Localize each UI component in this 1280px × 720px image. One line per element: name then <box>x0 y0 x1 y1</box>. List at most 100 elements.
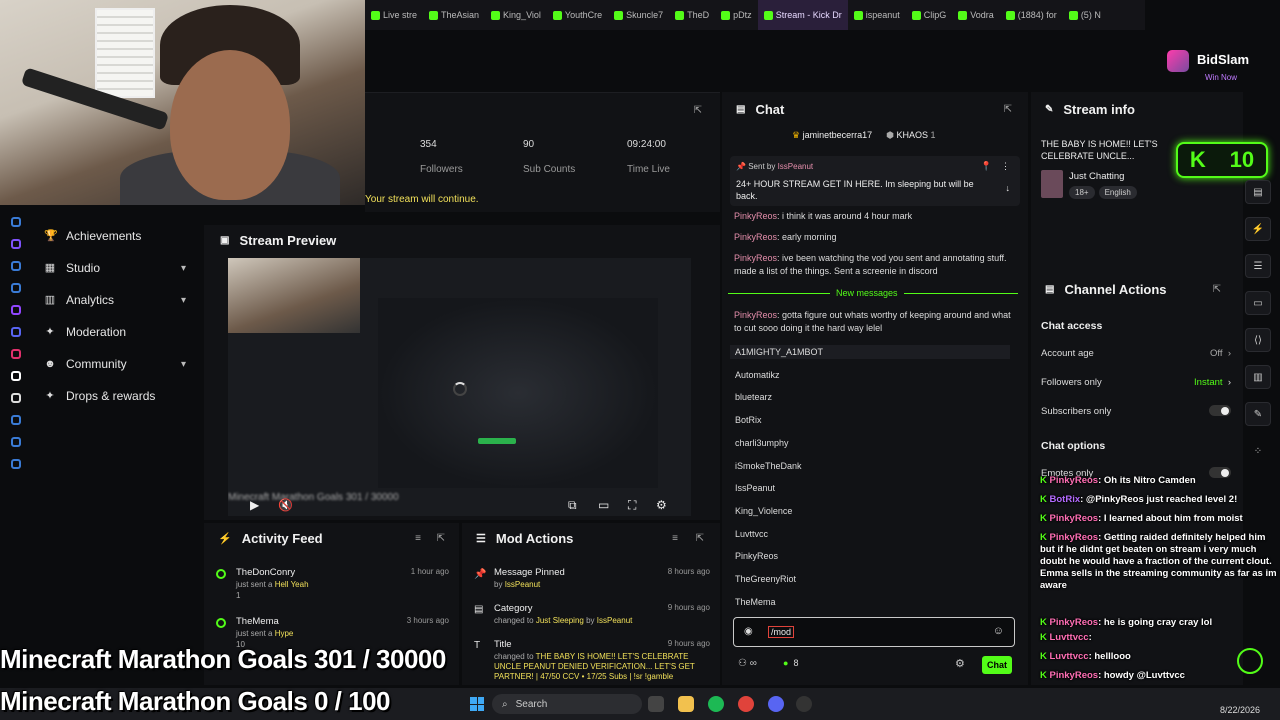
task-view-icon[interactable] <box>648 696 664 712</box>
browser-tab-label: (1884) for <box>1017 10 1057 20</box>
popout-icon[interactable]: ⇱ <box>1004 104 1012 115</box>
sidebar-item[interactable]: 🏆 Achievements <box>32 220 202 252</box>
chat-mod-icons[interactable]: ⚇ ∞ <box>738 658 757 669</box>
chat-username[interactable]: PinkyReos <box>734 253 777 263</box>
mention-option[interactable]: charli3umphy <box>735 438 789 448</box>
sidebar-item[interactable]: ▦ Studio ▾ <box>32 252 202 284</box>
stream-title[interactable]: THE BABY IS HOME!! LET'S CELEBRATE UNCLE… <box>1041 138 1166 162</box>
browser-tab[interactable]: Live stre <box>365 0 423 30</box>
browser-tab[interactable]: pDtz <box>715 0 758 30</box>
spotify-icon[interactable] <box>708 696 724 712</box>
tag-language: English <box>1098 186 1137 199</box>
mention-option[interactable]: TheGreenyRiot <box>735 574 796 584</box>
sidebar-item[interactable]: ✦ Drops & rewards <box>32 380 202 412</box>
chevron-down-icon[interactable]: ▾ <box>181 295 186 306</box>
rail-app-icon[interactable] <box>11 415 21 425</box>
stream-category[interactable]: Just Chatting <box>1069 171 1124 182</box>
browser-tab[interactable]: Vodra <box>952 0 1000 30</box>
window-blinds <box>95 8 155 98</box>
discord-icon[interactable] <box>11 327 21 337</box>
filter-icon[interactable]: ≡ <box>415 533 421 544</box>
pin-icon[interactable]: 📍 <box>981 161 992 172</box>
bolt-icon[interactable]: ⚡ <box>1245 217 1271 241</box>
mention-option[interactable]: Automatikz <box>735 370 780 380</box>
mention-option[interactable]: TheMema <box>735 597 776 607</box>
twitch-icon[interactable] <box>11 305 21 315</box>
rail-app-icon[interactable] <box>11 217 21 227</box>
discord-icon[interactable] <box>768 696 784 712</box>
windows-start-icon[interactable] <box>470 697 484 711</box>
browser-tab[interactable]: (1884) for <box>1000 0 1063 30</box>
popout-icon[interactable]: ⇱ <box>696 533 704 544</box>
rail-app-icon[interactable] <box>11 437 21 447</box>
wrench-icon[interactable]: ✎ <box>1245 402 1271 426</box>
subscribers-only-toggle[interactable] <box>1209 405 1231 416</box>
mention-option[interactable]: IssPeanut <box>735 483 775 493</box>
chat-settings-gear-icon[interactable]: ⚙ <box>955 657 965 670</box>
rail-app-icon[interactable] <box>11 261 21 271</box>
followers-only-row[interactable]: Followers only Instant › <box>1041 377 1231 388</box>
chevron-down-icon[interactable]: ▾ <box>181 263 186 274</box>
mention-option[interactable]: King_Violence <box>735 506 792 516</box>
chat-input-field[interactable]: ◉ /mod ☺ <box>733 617 1015 647</box>
top-user-1[interactable]: jaminetbecerra17 <box>803 130 873 140</box>
subscribers-only-row[interactable]: Subscribers only <box>1041 405 1231 417</box>
play-icon[interactable]: ▶ <box>250 498 259 512</box>
chevron-down-icon[interactable]: ▾ <box>181 359 186 370</box>
apps-icon[interactable]: ⁘ <box>1245 439 1271 463</box>
rail-button-icon[interactable]: ▤ <box>1245 180 1271 204</box>
expand-arrow-icon[interactable]: ↓ <box>1006 183 1011 193</box>
browser-tab[interactable]: YouthCre <box>547 0 608 30</box>
sidebar-item[interactable]: ✦ Moderation <box>32 316 202 348</box>
browser-tab[interactable]: Skuncle7 <box>608 0 669 30</box>
sidebar-item[interactable]: ☻ Community ▾ <box>32 348 202 380</box>
mention-option[interactable]: Luvttvcc <box>735 529 768 539</box>
x-icon[interactable] <box>11 393 21 403</box>
chat-username[interactable]: PinkyReos <box>734 211 777 221</box>
mention-option[interactable]: PinkyReos <box>735 551 778 561</box>
browser-tab[interactable]: ClipG <box>906 0 953 30</box>
mention-option[interactable]: BotRix <box>735 415 762 425</box>
instagram-icon[interactable] <box>11 349 21 359</box>
rail-app-icon[interactable] <box>11 239 21 249</box>
theater-icon[interactable]: ▭ <box>598 498 609 512</box>
chat-username[interactable]: PinkyReos <box>734 232 777 242</box>
browser-tab[interactable]: King_Viol <box>485 0 547 30</box>
filter-icon[interactable]: ≡ <box>672 533 678 544</box>
chat-send-button[interactable]: Chat <box>982 656 1012 674</box>
mention-option[interactable]: iSmokeTheDank <box>735 461 802 471</box>
tiktok-icon[interactable] <box>11 371 21 381</box>
pip-icon[interactable]: ⧉ <box>568 498 577 513</box>
sidebar-item[interactable]: ▥ Analytics ▾ <box>32 284 202 316</box>
mute-icon[interactable]: 🔇 <box>278 498 293 512</box>
screen-icon[interactable]: ▭ <box>1245 291 1271 315</box>
popout-icon[interactable]: ⇱ <box>1213 284 1221 295</box>
storage-icon[interactable]: ▥ <box>1245 365 1271 389</box>
mention-option[interactable]: A1MIGHTY_A1MBOT <box>730 345 1010 359</box>
browser-tab[interactable]: Stream - Kick Dr <box>757 0 848 30</box>
browser-tab[interactable]: ispeanut <box>848 0 906 30</box>
rail-app-icon[interactable] <box>11 283 21 293</box>
emoji-icon[interactable]: ☺ <box>993 625 1004 637</box>
file-explorer-icon[interactable] <box>678 696 694 712</box>
code-icon[interactable]: ⟨⟩ <box>1245 328 1271 352</box>
chat-username[interactable]: PinkyReos <box>734 310 777 320</box>
popout-icon[interactable]: ⇱ <box>437 533 445 544</box>
stream-preview-video[interactable]: Minecraft Marathon Goals 301 / 30000 ▶ 🔇… <box>228 258 691 516</box>
list-icon[interactable]: ☰ <box>1245 254 1271 278</box>
browser-tab[interactable]: TheD <box>669 0 715 30</box>
browser-tab[interactable]: TheAsian <box>423 0 485 30</box>
taskbar-search[interactable]: ⌕ Search <box>492 694 642 714</box>
account-age-row[interactable]: Account age Off › <box>1041 348 1231 359</box>
settings-gear-icon[interactable]: ⚙ <box>656 498 667 512</box>
browser-tab[interactable]: (5) N <box>1063 0 1107 30</box>
popout-icon[interactable]: ⇱ <box>694 105 702 116</box>
obs-icon[interactable] <box>796 696 812 712</box>
emote-picker-icon[interactable]: ◉ <box>744 626 753 637</box>
mention-option[interactable]: bluetearz <box>735 392 772 402</box>
fullscreen-icon[interactable]: ⛶ <box>628 498 636 513</box>
top-user-2[interactable]: KHAOS <box>897 130 929 140</box>
rail-app-icon[interactable] <box>11 459 21 469</box>
more-icon[interactable]: ⋮ <box>1001 161 1010 172</box>
opera-icon[interactable] <box>738 696 754 712</box>
